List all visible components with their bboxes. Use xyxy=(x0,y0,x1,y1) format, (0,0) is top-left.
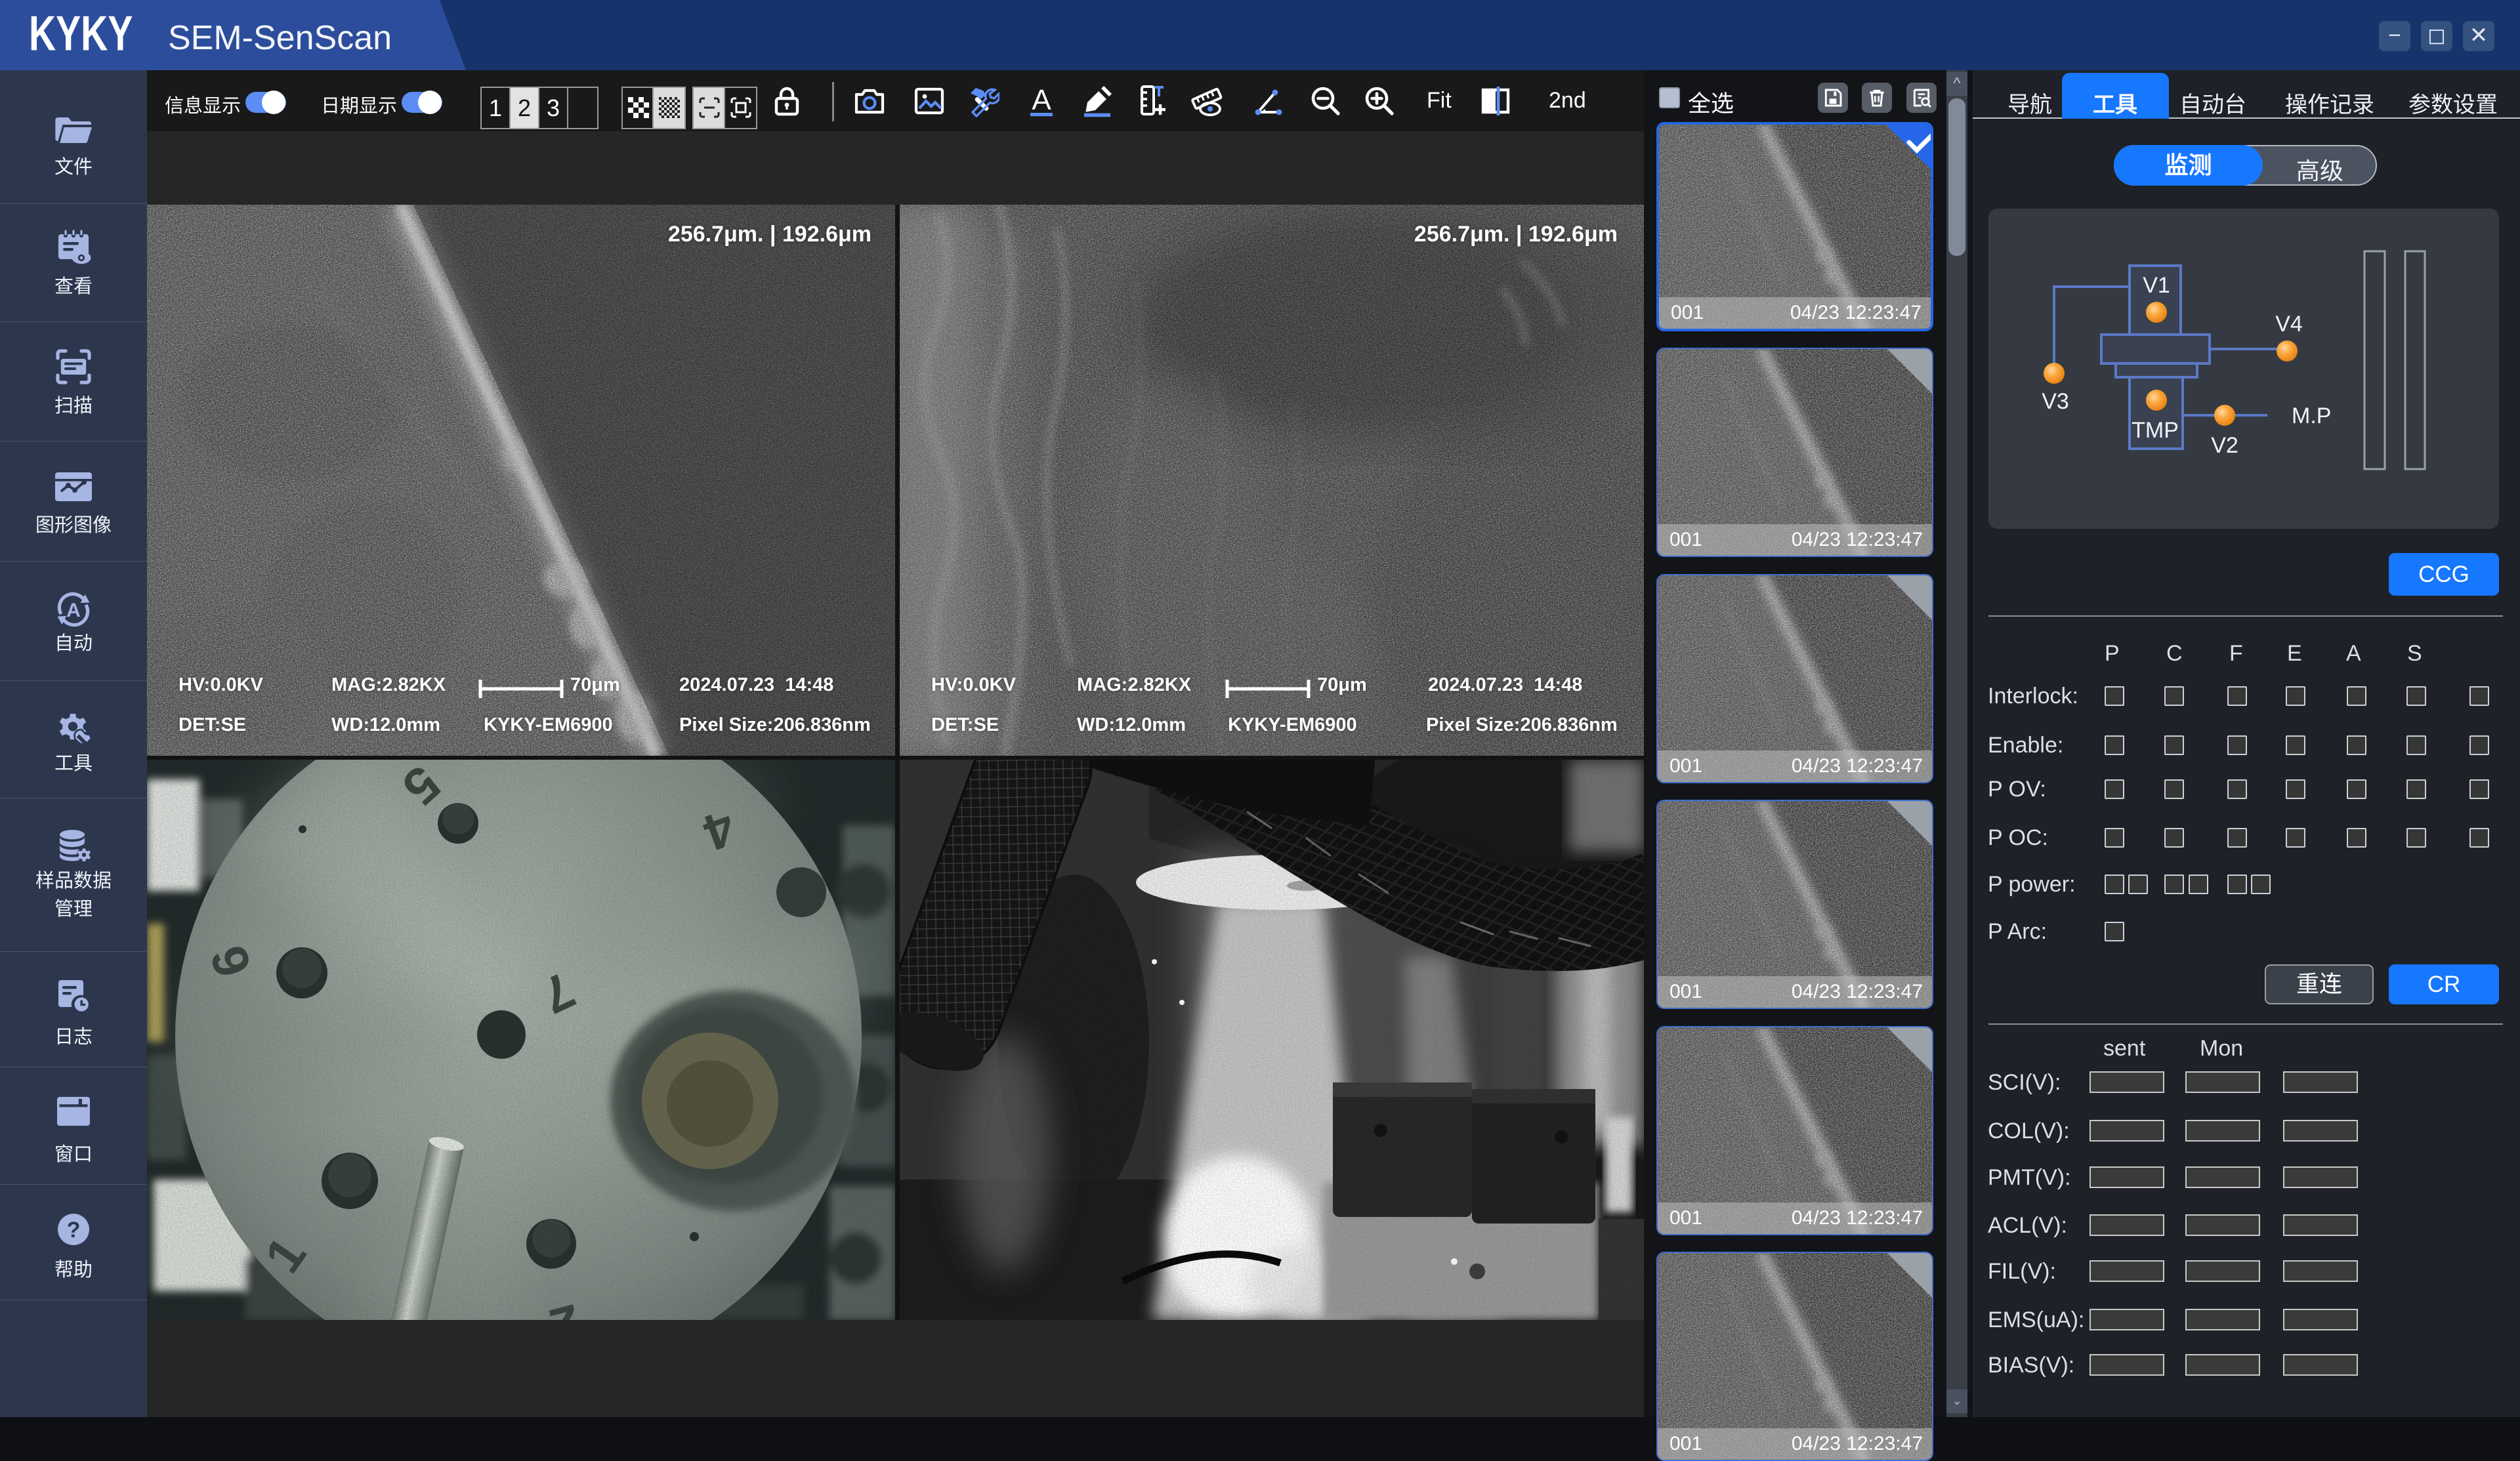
svg-text:V4: V4 xyxy=(2275,312,2303,337)
svg-text:V3: V3 xyxy=(2042,389,2069,414)
svg-text:M.P: M.P xyxy=(2292,403,2331,428)
svg-text:V2: V2 xyxy=(2211,433,2238,458)
svg-text:V1: V1 xyxy=(2143,273,2170,298)
svg-text:A: A xyxy=(1032,85,1051,116)
svg-text:?: ? xyxy=(67,1218,81,1243)
svg-text:A: A xyxy=(66,600,81,621)
svg-text:TMP: TMP xyxy=(2132,418,2179,443)
